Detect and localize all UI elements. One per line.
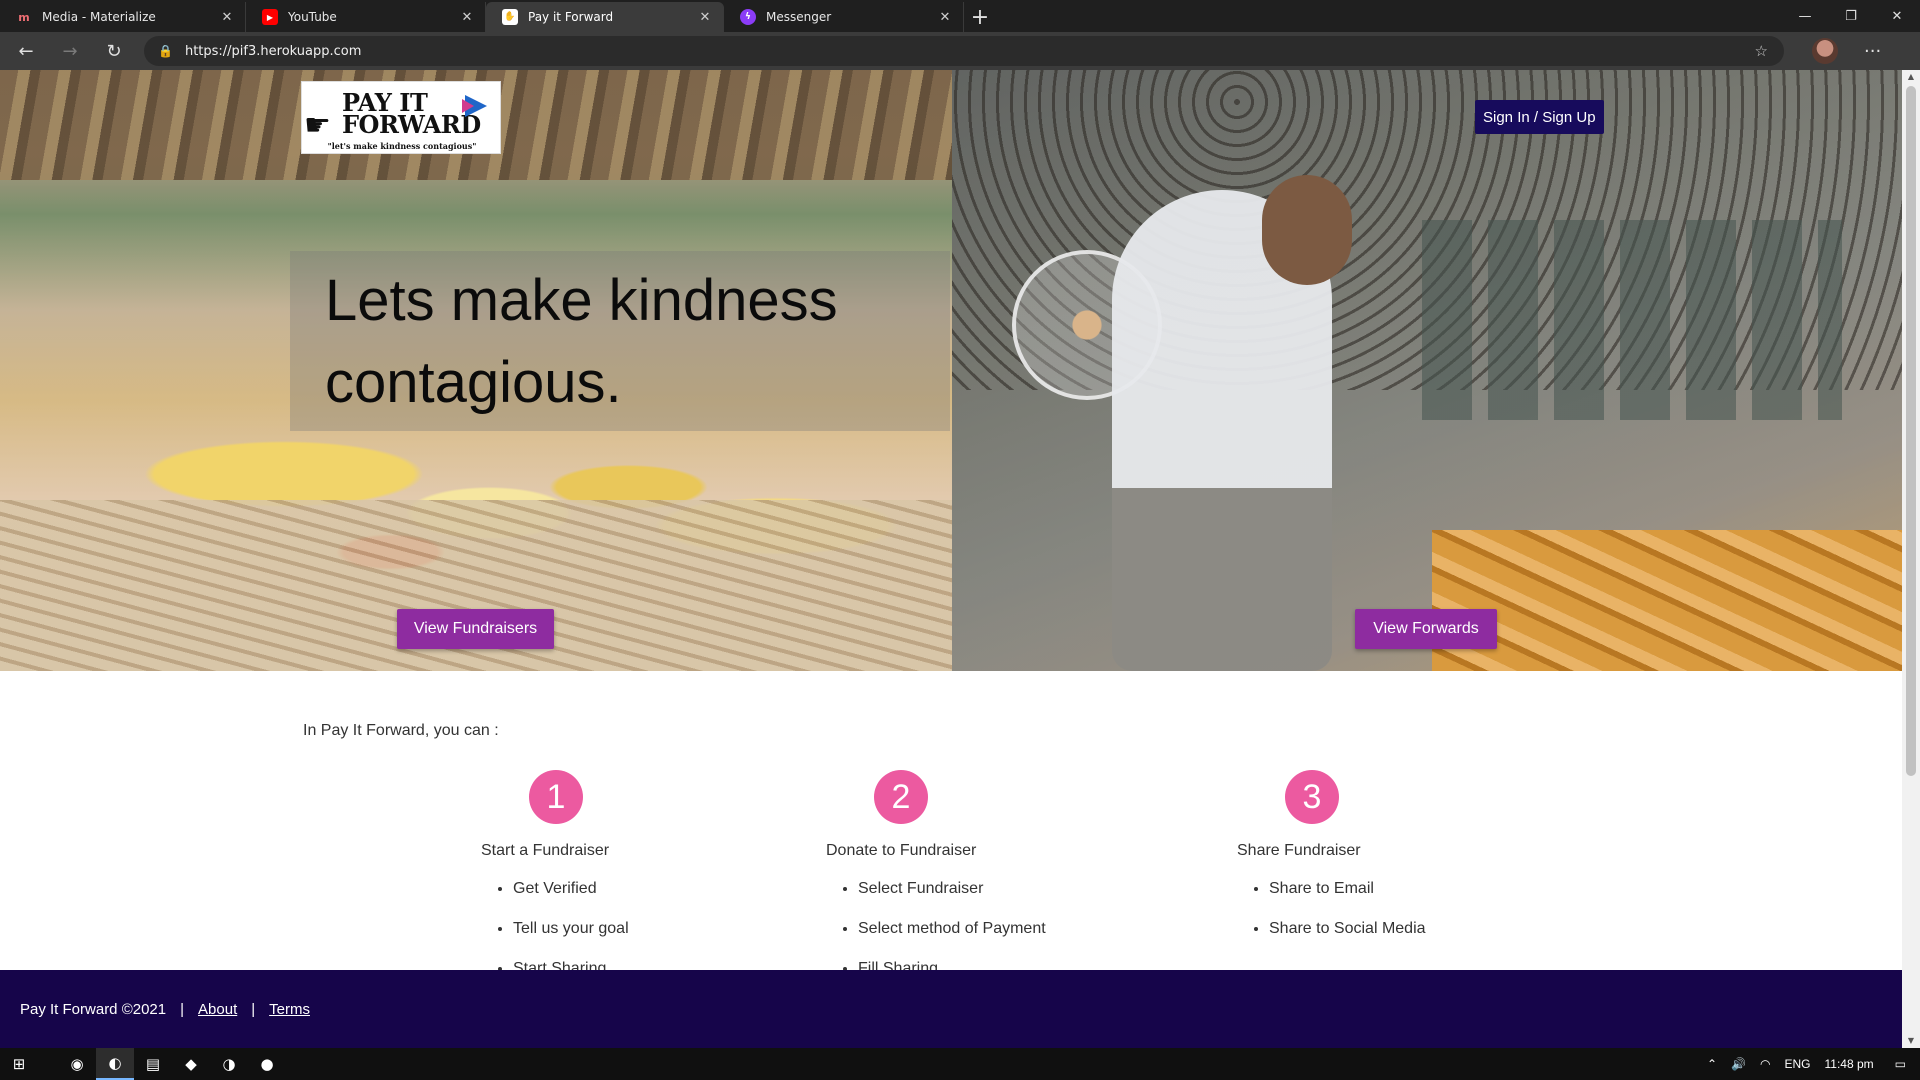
intro-text: In Pay It Forward, you can : — [303, 722, 499, 739]
system-tray: ⌃ 🔊 ◠ ENG 11:48 pm ▭ — [1700, 1048, 1920, 1080]
materialize-icon: m — [18, 10, 30, 24]
vscode-icon[interactable]: ◆ — [172, 1048, 210, 1080]
footer-divider: | — [180, 1000, 185, 1018]
page-content: ☛ PAY IT FORWARD "let's make kindness co… — [0, 70, 1902, 1080]
step-title: Start a Fundraiser — [481, 842, 610, 859]
messenger-icon: ϟ — [740, 9, 756, 25]
logo-tagline: "let's make kindness contagious" — [327, 141, 477, 151]
scroll-up-arrow-icon[interactable]: ▲ — [1902, 70, 1920, 84]
list-item: Select Fundraiser — [858, 880, 1046, 920]
url-field[interactable]: 🔒 https://pif3.herokuapp.com ☆ — [144, 36, 1784, 66]
language-indicator[interactable]: ENG — [1784, 1057, 1810, 1071]
reload-icon[interactable]: ↻ — [96, 35, 132, 67]
scrollbar-thumb[interactable] — [1906, 86, 1916, 776]
vertical-scrollbar[interactable]: ▲ ▼ — [1902, 70, 1920, 1048]
more-menu-icon[interactable]: ··· — [1864, 41, 1881, 62]
tab-label: Pay it Forward — [528, 10, 614, 24]
hero-section: ☛ PAY IT FORWARD "let's make kindness co… — [0, 70, 1902, 671]
minimize-icon[interactable]: — — [1782, 0, 1828, 32]
step-number-badge: 2 — [874, 770, 928, 824]
logo-line-2: FORWARD — [342, 110, 481, 139]
list-item: Share to Email — [1269, 880, 1426, 920]
windows-start-icon[interactable]: ⊞ — [0, 1048, 38, 1080]
taskbar-spacer — [38, 1048, 58, 1080]
lock-icon[interactable]: 🔒 — [158, 44, 173, 58]
hero-image-right — [952, 70, 1902, 671]
url-text: https://pif3.herokuapp.com — [184, 43, 362, 59]
tab-label: YouTube — [288, 10, 337, 24]
payitforward-icon: ✋ — [502, 9, 518, 25]
hero-headline: Lets make kindness contagious. — [325, 268, 838, 415]
page-viewport: ☛ PAY IT FORWARD "let's make kindness co… — [0, 70, 1920, 1080]
list-item: Select method of Payment — [858, 920, 1046, 960]
step-number-badge: 1 — [529, 770, 583, 824]
tab-label: Media - Materialize — [42, 10, 156, 24]
new-tab-button[interactable]: + — [964, 2, 996, 32]
profile-avatar[interactable] — [1812, 38, 1838, 64]
copyright-text: Pay It Forward ©2021 — [20, 1000, 167, 1018]
step-title: Donate to Fundraiser — [826, 842, 977, 859]
site-footer: Pay It Forward ©2021 | About | Terms — [0, 970, 1902, 1048]
list-item: Get Verified — [513, 880, 629, 920]
wifi-icon[interactable]: ◠ — [1760, 1057, 1770, 1071]
logo-text: PAY IT FORWARD — [342, 91, 481, 139]
tab-youtube[interactable]: ▶ YouTube ✕ — [246, 2, 486, 32]
close-icon[interactable]: ✕ — [219, 10, 235, 25]
hand-icon: ☛ — [304, 108, 331, 143]
close-icon[interactable]: ✕ — [697, 10, 713, 25]
discord-icon[interactable]: ● — [248, 1048, 286, 1080]
favorites-star-icon[interactable]: ☆ — [1755, 42, 1768, 60]
address-bar: ← → ↻ 🔒 https://pif3.herokuapp.com ☆ ··· — [0, 32, 1920, 70]
forward-arrow-icon[interactable]: → — [52, 35, 88, 67]
youtube-icon: ▶ — [262, 9, 278, 25]
chrome-icon[interactable]: ◉ — [58, 1048, 96, 1080]
close-window-icon[interactable]: ✕ — [1874, 0, 1920, 32]
tab-label: Messenger — [766, 10, 832, 24]
notifications-icon[interactable]: ▭ — [1895, 1057, 1906, 1071]
scroll-down-arrow-icon[interactable]: ▼ — [1902, 1034, 1920, 1048]
step-title: Share Fundraiser — [1237, 842, 1361, 859]
step-number-badge: 3 — [1285, 770, 1339, 824]
close-icon[interactable]: ✕ — [937, 10, 953, 25]
restore-icon[interactable]: ❐ — [1828, 0, 1874, 32]
edge-dev-icon[interactable]: ◑ — [210, 1048, 248, 1080]
footer-divider: | — [251, 1000, 256, 1018]
view-forwards-button[interactable]: View Forwards — [1355, 609, 1497, 649]
edge-icon[interactable]: ◐ — [96, 1048, 134, 1080]
close-icon[interactable]: ✕ — [459, 10, 475, 25]
food-grill — [1432, 530, 1902, 671]
window-controls: — ❐ ✕ — [1782, 0, 1920, 32]
list-item: Tell us your goal — [513, 920, 629, 960]
file-explorer-icon[interactable]: ▤ — [134, 1048, 172, 1080]
chevron-up-icon[interactable]: ⌃ — [1707, 1057, 1717, 1071]
clock[interactable]: 11:48 pm — [1825, 1057, 1874, 1071]
volume-icon[interactable]: 🔊 — [1731, 1057, 1746, 1071]
tab-materialize[interactable]: m Media - Materialize ✕ — [0, 2, 246, 32]
sign-in-button[interactable]: Sign In / Sign Up — [1475, 100, 1604, 134]
hero-right-meters — [1422, 220, 1842, 420]
tab-messenger[interactable]: ϟ Messenger ✕ — [724, 2, 964, 32]
view-fundraisers-button[interactable]: View Fundraisers — [397, 609, 554, 649]
back-arrow-icon[interactable]: ← — [8, 35, 44, 67]
windows-taskbar: ⊞ ◉ ◐ ▤ ◆ ◑ ● ⌃ 🔊 ◠ ENG 11:48 pm ▭ — [0, 1048, 1920, 1080]
site-logo[interactable]: ☛ PAY IT FORWARD "let's make kindness co… — [301, 81, 501, 154]
tab-pay-it-forward[interactable]: ✋ Pay it Forward ✕ — [486, 2, 724, 32]
about-link[interactable]: About — [198, 1001, 237, 1018]
step-list: Share to Email Share to Social Media — [1237, 880, 1426, 960]
list-item: Share to Social Media — [1269, 920, 1426, 960]
vendor-head — [1262, 175, 1352, 285]
terms-link[interactable]: Terms — [269, 1001, 310, 1018]
browser-tab-bar: m Media - Materialize ✕ ▶ YouTube ✕ ✋ Pa… — [0, 0, 1920, 32]
play-arrow-accent-icon — [462, 99, 474, 113]
